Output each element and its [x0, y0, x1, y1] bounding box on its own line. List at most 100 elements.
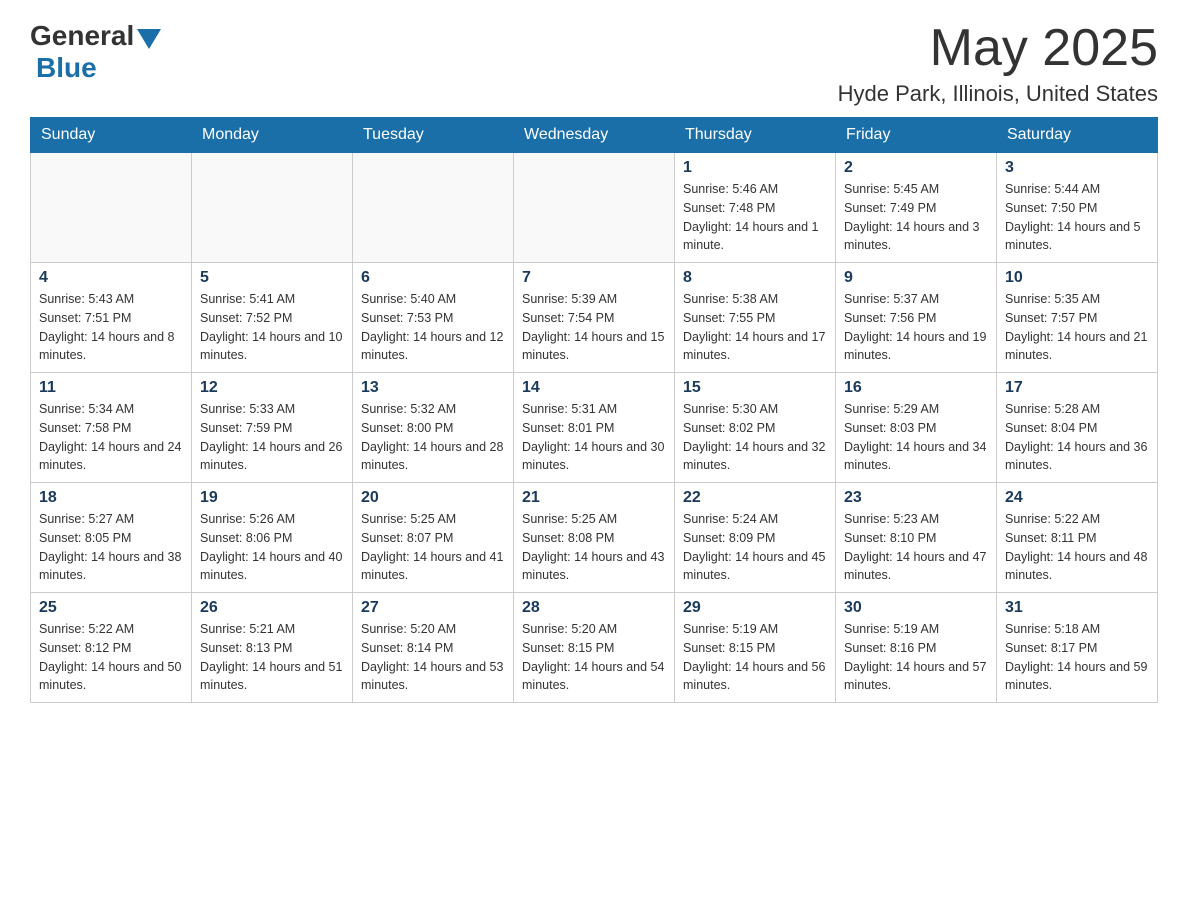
- day-info: Sunrise: 5:43 AMSunset: 7:51 PMDaylight:…: [39, 290, 183, 365]
- header-day-tuesday: Tuesday: [353, 118, 514, 153]
- calendar-week-5: 25 Sunrise: 5:22 AMSunset: 8:12 PMDayligh…: [31, 593, 1158, 703]
- calendar-cell: 21 Sunrise: 5:25 AMSunset: 8:08 PMDayligh…: [514, 483, 675, 593]
- calendar-cell: 3 Sunrise: 5:44 AMSunset: 7:50 PMDaylight…: [997, 153, 1158, 263]
- calendar-cell: 25 Sunrise: 5:22 AMSunset: 8:12 PMDayligh…: [31, 593, 192, 703]
- day-info: Sunrise: 5:19 AMSunset: 8:15 PMDaylight:…: [683, 620, 827, 695]
- calendar-cell: 17 Sunrise: 5:28 AMSunset: 8:04 PMDayligh…: [997, 373, 1158, 483]
- calendar-week-3: 11Sunrise: 5:34 AMSunset: 7:58 PMDayligh…: [31, 373, 1158, 483]
- calendar-cell: 18 Sunrise: 5:27 AMSunset: 8:05 PMDayligh…: [31, 483, 192, 593]
- calendar-cell: 28Sunrise: 5:20 AMSunset: 8:15 PMDayligh…: [514, 593, 675, 703]
- day-number: 24: [1005, 489, 1149, 507]
- calendar-cell: 29 Sunrise: 5:19 AMSunset: 8:15 PMDayligh…: [675, 593, 836, 703]
- calendar-cell: 26Sunrise: 5:21 AMSunset: 8:13 PMDayligh…: [192, 593, 353, 703]
- day-info: Sunrise: 5:32 AMSunset: 8:00 PMDaylight:…: [361, 400, 505, 475]
- calendar-cell: 22 Sunrise: 5:24 AMSunset: 8:09 PMDayligh…: [675, 483, 836, 593]
- calendar-cell: 12 Sunrise: 5:33 AMSunset: 7:59 PMDayligh…: [192, 373, 353, 483]
- calendar-cell: [192, 153, 353, 263]
- day-number: 21: [522, 489, 666, 507]
- calendar-cell: 20Sunrise: 5:25 AMSunset: 8:07 PMDayligh…: [353, 483, 514, 593]
- header-day-sunday: Sunday: [31, 118, 192, 153]
- day-number: 3: [1005, 159, 1149, 177]
- day-info: Sunrise: 5:35 AMSunset: 7:57 PMDaylight:…: [1005, 290, 1149, 365]
- calendar-body: 1 Sunrise: 5:46 AMSunset: 7:48 PMDaylight…: [31, 153, 1158, 703]
- day-number: 8: [683, 269, 827, 287]
- calendar-week-4: 18 Sunrise: 5:27 AMSunset: 8:05 PMDayligh…: [31, 483, 1158, 593]
- month-year-title: May 2025: [838, 20, 1158, 77]
- calendar-week-2: 4 Sunrise: 5:43 AMSunset: 7:51 PMDaylight…: [31, 263, 1158, 373]
- calendar-cell: 4 Sunrise: 5:43 AMSunset: 7:51 PMDaylight…: [31, 263, 192, 373]
- header-row: SundayMondayTuesdayWednesdayThursdayFrid…: [31, 118, 1158, 153]
- day-number: 14: [522, 379, 666, 397]
- day-number: 9: [844, 269, 988, 287]
- day-info: Sunrise: 5:22 AMSunset: 8:12 PMDaylight:…: [39, 620, 183, 695]
- calendar-cell: 19 Sunrise: 5:26 AMSunset: 8:06 PMDayligh…: [192, 483, 353, 593]
- calendar-cell: [514, 153, 675, 263]
- header-day-thursday: Thursday: [675, 118, 836, 153]
- day-info: Sunrise: 5:30 AMSunset: 8:02 PMDaylight:…: [683, 400, 827, 475]
- title-area: May 2025 Hyde Park, Illinois, United Sta…: [838, 20, 1158, 107]
- day-number: 10: [1005, 269, 1149, 287]
- calendar-cell: 9 Sunrise: 5:37 AMSunset: 7:56 PMDaylight…: [836, 263, 997, 373]
- day-number: 28: [522, 599, 666, 617]
- calendar-cell: 14 Sunrise: 5:31 AMSunset: 8:01 PMDayligh…: [514, 373, 675, 483]
- day-info: Sunrise: 5:24 AMSunset: 8:09 PMDaylight:…: [683, 510, 827, 585]
- day-info: Sunrise: 5:46 AMSunset: 7:48 PMDaylight:…: [683, 180, 827, 255]
- day-number: 5: [200, 269, 344, 287]
- day-number: 4: [39, 269, 183, 287]
- calendar-cell: 6 Sunrise: 5:40 AMSunset: 7:53 PMDaylight…: [353, 263, 514, 373]
- day-info: Sunrise: 5:18 AMSunset: 8:17 PMDaylight:…: [1005, 620, 1149, 695]
- day-number: 26: [200, 599, 344, 617]
- calendar-week-1: 1 Sunrise: 5:46 AMSunset: 7:48 PMDaylight…: [31, 153, 1158, 263]
- day-info: Sunrise: 5:28 AMSunset: 8:04 PMDaylight:…: [1005, 400, 1149, 475]
- calendar-cell: 27Sunrise: 5:20 AMSunset: 8:14 PMDayligh…: [353, 593, 514, 703]
- day-info: Sunrise: 5:27 AMSunset: 8:05 PMDaylight:…: [39, 510, 183, 585]
- calendar-cell: 1 Sunrise: 5:46 AMSunset: 7:48 PMDaylight…: [675, 153, 836, 263]
- day-number: 31: [1005, 599, 1149, 617]
- day-info: Sunrise: 5:40 AMSunset: 7:53 PMDaylight:…: [361, 290, 505, 365]
- calendar-cell: 16 Sunrise: 5:29 AMSunset: 8:03 PMDayligh…: [836, 373, 997, 483]
- day-number: 25: [39, 599, 183, 617]
- calendar-cell: 8 Sunrise: 5:38 AMSunset: 7:55 PMDaylight…: [675, 263, 836, 373]
- header-day-friday: Friday: [836, 118, 997, 153]
- day-info: Sunrise: 5:38 AMSunset: 7:55 PMDaylight:…: [683, 290, 827, 365]
- day-info: Sunrise: 5:22 AMSunset: 8:11 PMDaylight:…: [1005, 510, 1149, 585]
- day-number: 22: [683, 489, 827, 507]
- day-number: 17: [1005, 379, 1149, 397]
- day-number: 7: [522, 269, 666, 287]
- logo: General Blue: [30, 20, 161, 84]
- day-info: Sunrise: 5:29 AMSunset: 8:03 PMDaylight:…: [844, 400, 988, 475]
- day-info: Sunrise: 5:31 AMSunset: 8:01 PMDaylight:…: [522, 400, 666, 475]
- day-info: Sunrise: 5:45 AMSunset: 7:49 PMDaylight:…: [844, 180, 988, 255]
- calendar-cell: 30Sunrise: 5:19 AMSunset: 8:16 PMDayligh…: [836, 593, 997, 703]
- day-number: 11: [39, 379, 183, 397]
- header-day-wednesday: Wednesday: [514, 118, 675, 153]
- day-info: Sunrise: 5:26 AMSunset: 8:06 PMDaylight:…: [200, 510, 344, 585]
- day-number: 29: [683, 599, 827, 617]
- day-number: 20: [361, 489, 505, 507]
- calendar-cell: 7 Sunrise: 5:39 AMSunset: 7:54 PMDaylight…: [514, 263, 675, 373]
- calendar-cell: 15 Sunrise: 5:30 AMSunset: 8:02 PMDayligh…: [675, 373, 836, 483]
- day-number: 6: [361, 269, 505, 287]
- calendar-cell: 31 Sunrise: 5:18 AMSunset: 8:17 PMDayligh…: [997, 593, 1158, 703]
- logo-blue-text: Blue: [36, 52, 97, 84]
- day-number: 16: [844, 379, 988, 397]
- day-info: Sunrise: 5:37 AMSunset: 7:56 PMDaylight:…: [844, 290, 988, 365]
- day-number: 18: [39, 489, 183, 507]
- day-number: 1: [683, 159, 827, 177]
- logo-general-text: General: [30, 20, 134, 52]
- logo-arrow-icon: [137, 29, 161, 49]
- day-number: 12: [200, 379, 344, 397]
- day-number: 2: [844, 159, 988, 177]
- day-number: 27: [361, 599, 505, 617]
- day-number: 15: [683, 379, 827, 397]
- day-info: Sunrise: 5:25 AMSunset: 8:08 PMDaylight:…: [522, 510, 666, 585]
- calendar-cell: 13Sunrise: 5:32 AMSunset: 8:00 PMDayligh…: [353, 373, 514, 483]
- day-number: 19: [200, 489, 344, 507]
- day-info: Sunrise: 5:44 AMSunset: 7:50 PMDaylight:…: [1005, 180, 1149, 255]
- location-text: Hyde Park, Illinois, United States: [838, 81, 1158, 107]
- calendar-cell: 2 Sunrise: 5:45 AMSunset: 7:49 PMDaylight…: [836, 153, 997, 263]
- day-info: Sunrise: 5:39 AMSunset: 7:54 PMDaylight:…: [522, 290, 666, 365]
- day-info: Sunrise: 5:33 AMSunset: 7:59 PMDaylight:…: [200, 400, 344, 475]
- calendar-cell: [353, 153, 514, 263]
- calendar-table: SundayMondayTuesdayWednesdayThursdayFrid…: [30, 117, 1158, 703]
